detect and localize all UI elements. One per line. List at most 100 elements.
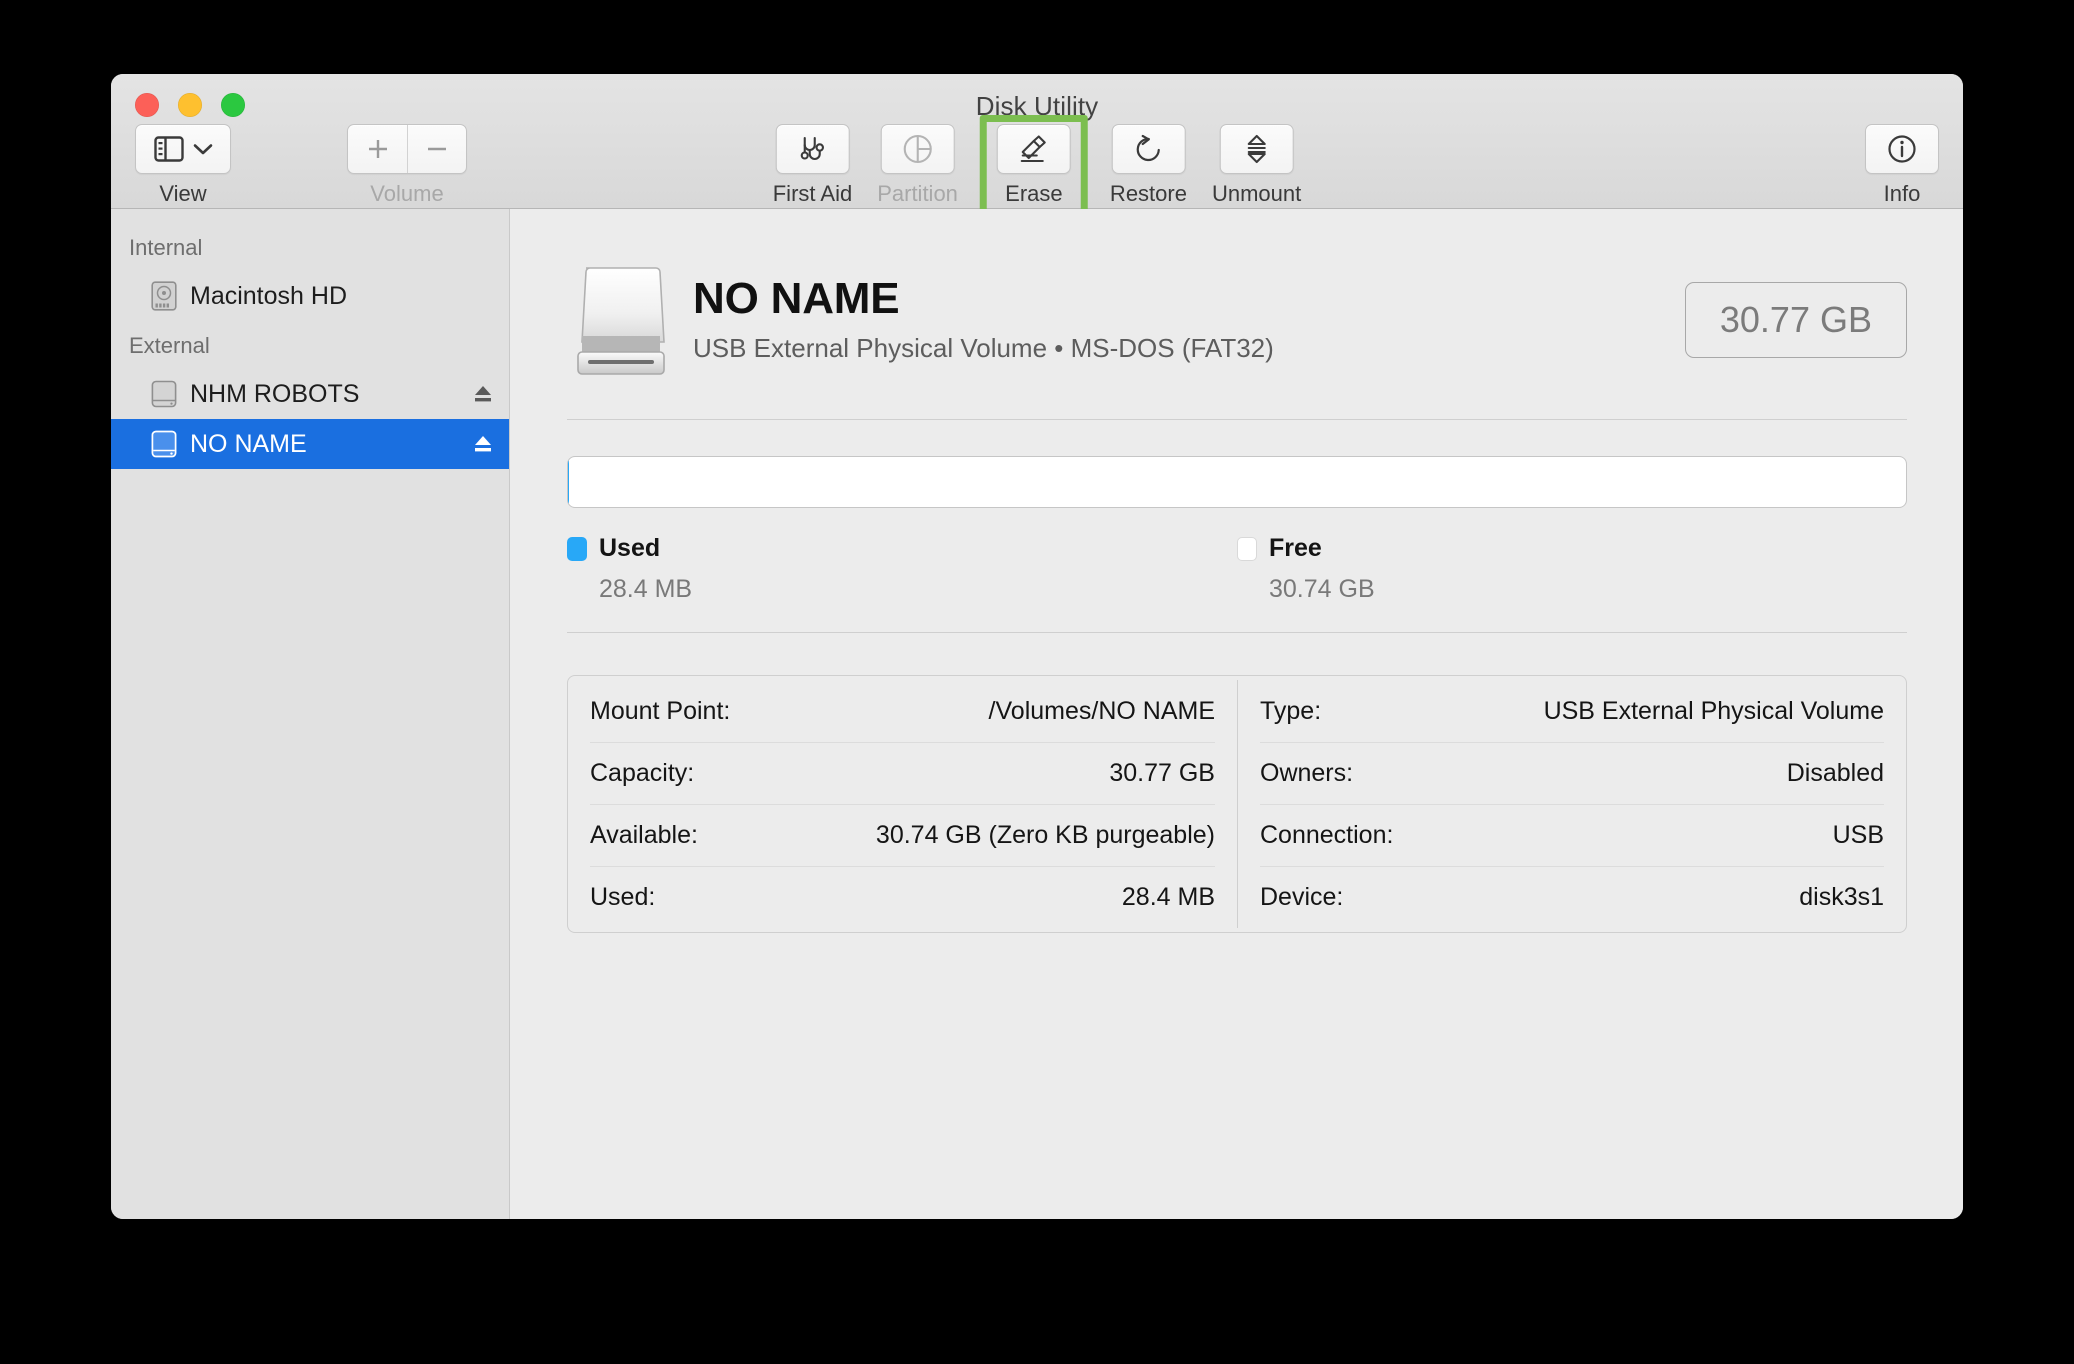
volume-subtitle: USB External Physical Volume • MS-DOS (F… [693, 332, 1274, 363]
volume-group: Volume [347, 124, 467, 207]
restore-button[interactable] [1111, 124, 1186, 174]
external-disk-icon [151, 379, 177, 409]
detail-key: Capacity: [590, 759, 695, 787]
first-aid-group: First Aid [773, 124, 852, 207]
stethoscope-icon [797, 134, 827, 164]
add-volume-button[interactable] [348, 125, 407, 173]
view-group: View [135, 124, 231, 207]
view-popup-button[interactable] [135, 124, 231, 174]
detail-value: /Volumes/NO NAME [988, 696, 1215, 725]
sidebar-item-label: NO NAME [190, 429, 307, 458]
partition-button [880, 124, 955, 174]
erase-button[interactable] [996, 124, 1071, 174]
plus-icon [365, 136, 391, 162]
erase-icon [1018, 134, 1050, 164]
toolbar: Disk Utility View Volume First Aid Parti… [111, 74, 1963, 218]
info-button[interactable] [1865, 124, 1939, 174]
unmount-label: Unmount [1211, 181, 1302, 206]
chevron-down-icon [193, 143, 213, 156]
restore-group: Restore [1110, 124, 1187, 207]
sidebar-item-no-name[interactable]: NO NAME [111, 419, 509, 469]
sidebar-section-external: External [129, 333, 210, 358]
first-aid-label: First Aid [772, 181, 853, 206]
detail-value: 30.77 GB [1109, 759, 1215, 787]
sidebar-item-label: NHM ROBOTS [190, 379, 360, 408]
eject-stack-icon [1243, 134, 1271, 164]
partition-label: Partition [877, 181, 958, 206]
view-label: View [159, 181, 207, 206]
sidebar: Internal Macintosh HD External NHM ROBOT… [111, 209, 510, 1219]
unmount-group: Unmount [1212, 124, 1301, 207]
disk-utility-window: Disk Utility View Volume First Aid Parti… [111, 74, 1963, 1219]
detail-value: 30.74 GB (Zero KB purgeable) [875, 821, 1215, 849]
detail-row-type: Type: USB External Physical Volume [1260, 680, 1884, 742]
unmount-button[interactable] [1219, 124, 1294, 174]
detail-key: Connection: [1260, 821, 1394, 849]
info-group: Info [1865, 124, 1939, 207]
toolbar-tools: First Aid Partition Erase Restore Unmoun… [773, 115, 1301, 218]
erase-highlight-box: Erase [979, 115, 1088, 218]
internal-disk-icon [151, 281, 177, 311]
detail-value: USB [1832, 821, 1884, 849]
divider-bottom [567, 632, 1907, 633]
legend-used: Used 28.4 MB [567, 534, 1237, 604]
detail-key: Available: [590, 821, 698, 849]
legend-free: Free 30.74 GB [1237, 534, 1907, 604]
detail-value: USB External Physical Volume [1543, 696, 1884, 725]
detail-value: Disabled [1786, 759, 1884, 787]
detail-row-device: Device: disk3s1 [1260, 866, 1884, 928]
partition-group: Partition [877, 124, 958, 207]
detail-key: Type: [1260, 696, 1322, 725]
volume-details-card: Mount Point: /Volumes/NO NAME Capacity: … [567, 675, 1907, 933]
divider-top [567, 419, 1907, 420]
detail-row-capacity: Capacity: 30.77 GB [590, 742, 1215, 804]
volume-titles: NO NAME USB External Physical Volume • M… [693, 276, 1685, 363]
minus-icon [424, 136, 450, 162]
erase-label: Erase [1005, 181, 1063, 206]
details-column-right: Type: USB External Physical Volume Owner… [1237, 680, 1906, 928]
eject-icon[interactable] [471, 433, 495, 455]
pie-chart-icon [902, 133, 934, 165]
first-aid-button[interactable] [775, 124, 850, 174]
used-value: 28.4 MB [599, 575, 693, 603]
info-circle-icon [1886, 133, 1918, 165]
sidebar-item-macintosh-hd[interactable]: Macintosh HD [111, 271, 509, 321]
detail-row-connection: Connection: USB [1260, 804, 1884, 866]
used-label: Used [599, 534, 661, 562]
undo-arrow-icon [1133, 134, 1163, 164]
sidebar-item-nhm-robots[interactable]: NHM ROBOTS [111, 369, 509, 419]
detail-row-used: Used: 28.4 MB [590, 866, 1215, 928]
eject-icon[interactable] [471, 383, 495, 405]
capacity-badge: 30.77 GB [1684, 282, 1907, 358]
external-drive-icon [567, 260, 675, 380]
detail-row-mount-point: Mount Point: /Volumes/NO NAME [590, 680, 1215, 742]
detail-key: Mount Point: [590, 696, 731, 725]
usage-legend: Used 28.4 MB Free 30.74 GB [567, 534, 1907, 604]
detail-row-available: Available: 30.74 GB (Zero KB purgeable) [590, 804, 1215, 866]
sidebar-item-label: Macintosh HD [190, 281, 347, 310]
free-label: Free [1269, 534, 1322, 562]
volume-name: NO NAME [693, 274, 900, 324]
remove-volume-button[interactable] [407, 125, 466, 173]
external-disk-icon [151, 429, 177, 459]
info-label: Info [1883, 181, 1921, 206]
free-swatch-icon [1237, 536, 1257, 561]
details-column-left: Mount Point: /Volumes/NO NAME Capacity: … [568, 680, 1237, 928]
detail-key: Device: [1260, 883, 1344, 911]
usage-bar-used-fill [568, 457, 570, 507]
used-swatch-icon [567, 536, 587, 561]
free-value: 30.74 GB [1269, 575, 1375, 603]
detail-key: Owners: [1260, 759, 1354, 787]
sidebar-section-internal: Internal [129, 235, 203, 260]
volume-header: NO NAME USB External Physical Volume • M… [567, 249, 1907, 391]
volume-detail-panel: NO NAME USB External Physical Volume • M… [511, 209, 1963, 1219]
detail-row-owners: Owners: Disabled [1260, 742, 1884, 804]
usage-bar [567, 456, 1907, 508]
detail-key: Used: [590, 883, 656, 911]
detail-value: disk3s1 [1799, 883, 1884, 911]
restore-label: Restore [1109, 181, 1187, 206]
detail-value: 28.4 MB [1121, 883, 1215, 911]
volume-label: Volume [370, 181, 444, 206]
volume-segmented-control [347, 124, 467, 174]
sidebar-icon [153, 136, 184, 162]
